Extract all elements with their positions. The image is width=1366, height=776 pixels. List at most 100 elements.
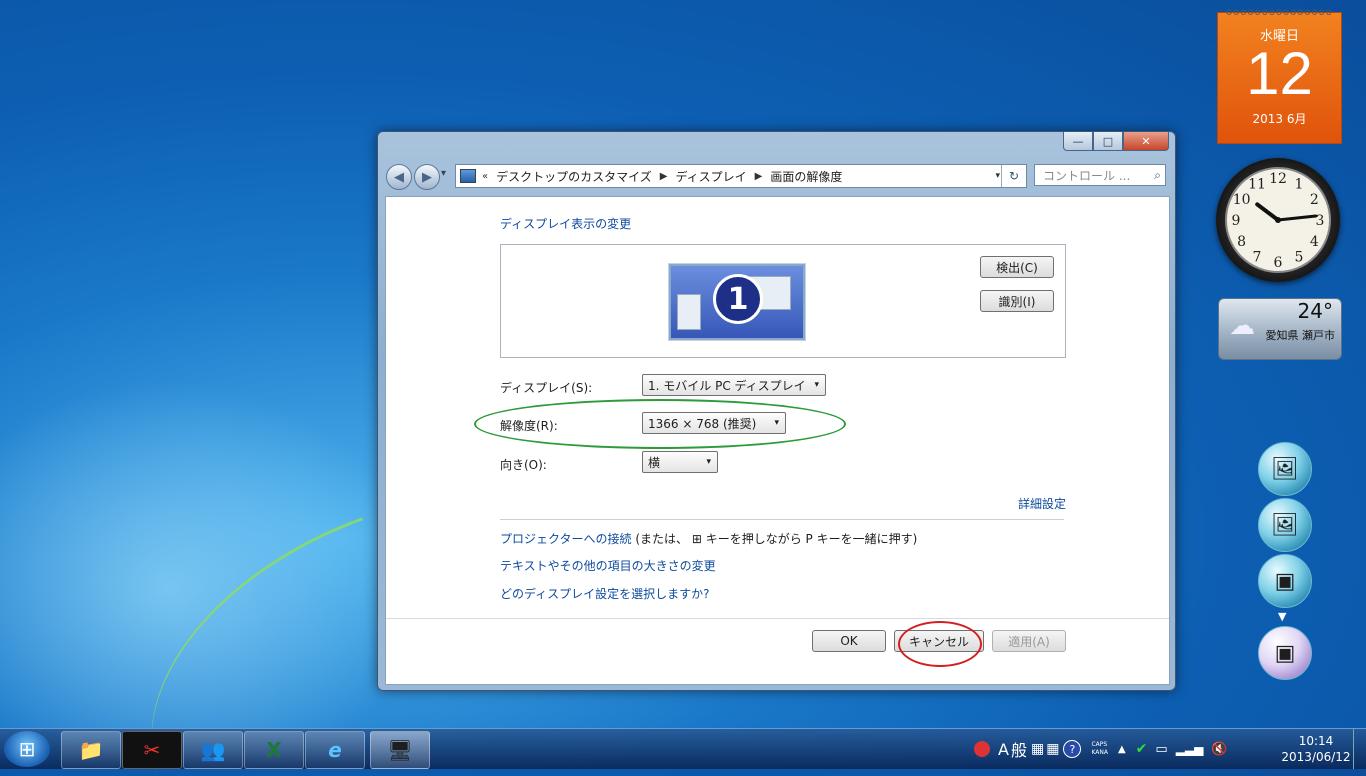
which-display-link[interactable]: どのディスプレイ設定を選択しますか? — [500, 585, 710, 602]
divider — [500, 519, 1064, 520]
tray-overflow-icon[interactable]: ▲ — [1118, 744, 1126, 755]
clock-numeral: 5 — [1295, 249, 1304, 265]
clock-center — [1275, 217, 1281, 223]
back-arrow-icon: ◀ — [394, 169, 404, 185]
caps-indicator: CAPS — [1091, 741, 1108, 748]
forward-arrow-icon: ▶ — [422, 169, 432, 185]
folder-icon: 📁 — [78, 738, 104, 762]
display-preview: 1 検出(C) 識別(I) — [500, 244, 1066, 358]
display-settings-icon: 🖥 — [387, 738, 413, 762]
excel-icon: X — [266, 738, 282, 762]
ok-button[interactable]: OK — [812, 630, 886, 652]
calendar-year-month: 2013 6月 — [1252, 112, 1307, 126]
cloud-icon: ☁ — [1229, 311, 1255, 341]
ime-tools-icon[interactable]: ▦ — [1046, 741, 1059, 757]
taskbar-excel[interactable]: X — [244, 731, 304, 769]
photo-gadget-icon[interactable]: 🖼 — [1258, 498, 1312, 552]
clock-numeral: 4 — [1310, 234, 1319, 250]
red-highlight-ring — [898, 621, 982, 667]
tools-icon: ✂ — [143, 738, 161, 762]
clock-gadget[interactable]: 12 1 2 3 4 5 6 7 8 9 10 11 — [1216, 158, 1340, 282]
breadcrumb-overflow[interactable]: « — [482, 171, 488, 182]
windows-logo-icon: ⊞ — [18, 737, 36, 761]
navigation-bar: ◀ ▶ ▾ « デスクトップのカスタマイズ ▶ ディスプレイ ▶ 画面の解像度 … — [384, 162, 1169, 190]
ime-dictionary-icon[interactable]: ▦ — [1031, 741, 1044, 757]
apply-button[interactable]: 適用(A) — [992, 630, 1066, 652]
caption-buttons: — □ ✕ — [1063, 132, 1169, 151]
projector-line: プロジェクターへの接続 (または、 ⊞ キーを押しながら P キーを一緒に押す) — [500, 530, 917, 547]
minimize-button[interactable]: — — [1063, 132, 1093, 151]
system-time: 10:14 — [1298, 734, 1334, 748]
clock-numeral: 9 — [1232, 213, 1241, 229]
ie-icon: e — [328, 738, 342, 762]
back-button[interactable]: ◀ — [386, 164, 412, 190]
breadcrumb-screen-resolution[interactable]: 画面の解像度 — [770, 168, 842, 185]
orientation-select[interactable]: 横 ▾ — [642, 451, 718, 473]
display-select[interactable]: 1. モバイル PC ディスプレイ ▾ — [642, 374, 826, 396]
help-icon[interactable]: ? — [1063, 740, 1082, 758]
close-button[interactable]: ✕ — [1123, 132, 1169, 151]
search-box[interactable]: コントロール ... ⌕ — [1034, 164, 1166, 186]
clock-numeral: 11 — [1248, 177, 1266, 193]
gadget-scroll-icon[interactable]: ▼ — [1278, 610, 1286, 623]
windows-key-icon: ⊞ — [691, 532, 702, 546]
media-gadget-icon[interactable]: ▣ — [1258, 554, 1312, 608]
maximize-button[interactable]: □ — [1093, 132, 1123, 151]
tray-ime: A 般 ▦ ▦ ? CAPS KANA ▲ ✔ ▭ ▂▃▅ 🔇 — [974, 729, 1228, 769]
content-pane: ディスプレイ表示の変更 1 検出(C) 識別(I) ディスプレイ(S): 1. … — [385, 196, 1170, 685]
monitor-number: 1 — [713, 274, 763, 324]
taskbar: ⊞ 📁 ✂ 👥 X e 🖥 A 般 ▦ ▦ ? CAPS KANA ▲ ✔ ▭ … — [0, 728, 1366, 769]
weather-city: 愛知県 瀬戸市 — [1265, 329, 1336, 342]
breadcrumb-display[interactable]: ディスプレイ — [675, 168, 746, 185]
clock-numeral: 12 — [1269, 171, 1287, 187]
clock-numeral: 6 — [1274, 255, 1283, 271]
network-display-icon[interactable]: ▭ — [1155, 742, 1167, 757]
taskbar-explorer[interactable]: 📁 — [61, 731, 121, 769]
forward-button[interactable]: ▶ — [414, 164, 440, 190]
calendar-gadget[interactable]: ooooooooooooooo 水曜日 12 2013 6月 — [1217, 7, 1342, 144]
text-size-link[interactable]: テキストやその他の項目の大きさの変更 — [500, 557, 716, 574]
start-button[interactable]: ⊞ — [4, 731, 50, 767]
ime-toolbar-icon[interactable] — [974, 741, 990, 757]
clock-numeral: 1 — [1295, 177, 1304, 193]
advanced-settings-link[interactable]: 詳細設定 — [1018, 495, 1066, 512]
identify-button[interactable]: 識別(I) — [980, 290, 1054, 312]
show-desktop-button[interactable] — [1353, 729, 1366, 769]
taskbar-control-panel[interactable]: 🖥 — [370, 731, 430, 769]
window-thumbnail — [677, 294, 701, 330]
detect-button[interactable]: 検出(C) — [980, 256, 1054, 278]
search-icon[interactable]: ⌕ — [1154, 168, 1161, 183]
projector-link[interactable]: プロジェクターへの接続 — [500, 532, 632, 546]
breadcrumb-personalize[interactable]: デスクトップのカスタマイズ — [496, 168, 652, 185]
slideshow-gadget-icon[interactable]: 🖼 — [1258, 442, 1312, 496]
search-placeholder: コントロール ... — [1043, 168, 1131, 183]
footer-divider — [386, 618, 1169, 619]
recent-pages-icon[interactable]: ▾ — [441, 168, 446, 179]
page-title: ディスプレイ表示の変更 — [500, 217, 632, 231]
taskbar-tools[interactable]: ✂ — [122, 731, 182, 769]
signal-icon[interactable]: ▂▃▅ — [1176, 742, 1204, 756]
breadcrumb-separator-icon[interactable]: ▶ — [755, 171, 763, 182]
green-highlight-ring — [474, 399, 846, 449]
projector-note-2: キーを押しながら P キーを一緒に押す) — [701, 532, 918, 546]
media-orb-icon[interactable]: ▣ — [1258, 626, 1312, 680]
clock-numeral: 2 — [1310, 192, 1319, 208]
display-label: ディスプレイ(S): — [500, 381, 593, 395]
monitor-1-icon[interactable]: 1 — [669, 264, 805, 340]
taskbar-internet-explorer[interactable]: e — [305, 731, 365, 769]
clock-numeral: 10 — [1233, 192, 1251, 208]
calendar-day: 12 — [1246, 40, 1313, 107]
taskbar-messenger[interactable]: 👥 — [183, 731, 243, 769]
volume-muted-icon[interactable]: 🔇 — [1211, 742, 1227, 757]
weather-gadget[interactable]: ☁ 24° 愛知県 瀬戸市 — [1218, 298, 1342, 360]
breadcrumb-separator-icon[interactable]: ▶ — [660, 171, 668, 182]
action-center-icon[interactable]: ✔ — [1136, 741, 1148, 757]
calendar-rings: ooooooooooooooo — [1226, 7, 1333, 18]
caps-kana-indicator: CAPS KANA — [1091, 741, 1108, 757]
ime-mode[interactable]: A — [998, 740, 1009, 759]
address-dropdown-icon[interactable]: ▾ — [995, 171, 1000, 181]
system-clock[interactable]: 10:14 2013/06/12 — [1268, 733, 1364, 765]
refresh-icon[interactable]: ↻ — [1001, 165, 1026, 187]
address-bar[interactable]: « デスクトップのカスタマイズ ▶ ディスプレイ ▶ 画面の解像度 ▾ ↻ — [455, 164, 1027, 188]
ime-kanji-mode[interactable]: 般 — [1011, 737, 1027, 761]
